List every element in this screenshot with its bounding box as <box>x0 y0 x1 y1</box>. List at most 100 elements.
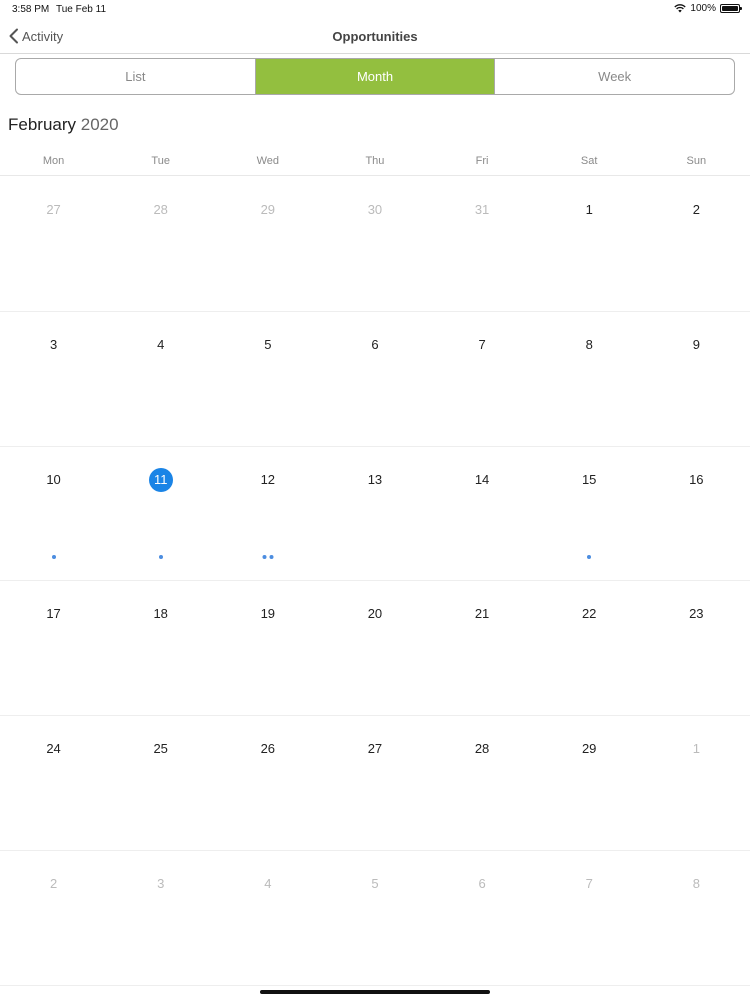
calendar-day[interactable]: 27 <box>321 716 428 850</box>
day-number: 9 <box>692 336 700 352</box>
calendar-day[interactable]: 28 <box>107 177 214 311</box>
status-bar: 3:58 PM Tue Feb 11 100% <box>0 0 750 18</box>
calendar-day[interactable]: 1 <box>643 716 750 850</box>
calendar-day[interactable]: 5 <box>214 312 321 446</box>
calendar-day[interactable]: 19 <box>214 581 321 715</box>
day-number: 3 <box>49 336 58 352</box>
day-number: 2 <box>49 875 58 891</box>
calendar-day[interactable]: 31 <box>429 177 536 311</box>
calendar-day[interactable]: 9 <box>643 312 750 446</box>
segment-month[interactable]: Month <box>254 59 495 94</box>
day-number: 27 <box>46 202 61 217</box>
calendar-day[interactable]: 7 <box>429 312 536 446</box>
month-name: February <box>8 115 77 134</box>
day-number: 8 <box>585 336 593 352</box>
day-number: 14 <box>474 471 490 487</box>
calendar-day[interactable]: 29 <box>214 177 321 311</box>
calendar-day[interactable]: 26 <box>214 716 321 850</box>
calendar-day[interactable]: 7 <box>536 851 643 985</box>
calendar-day[interactable]: 25 <box>107 716 214 850</box>
view-segmented-control: List Month Week <box>15 58 735 95</box>
status-date: Tue Feb 11 <box>56 4 107 15</box>
event-dot <box>587 554 592 559</box>
calendar-day[interactable]: 5 <box>321 851 428 985</box>
calendar-day[interactable]: 4 <box>214 851 321 985</box>
calendar-day[interactable]: 12 <box>214 447 321 581</box>
event-dot <box>158 554 163 559</box>
calendar-week-row: 10 11 12 13 14 15 16 <box>0 447 750 582</box>
day-number: 4 <box>157 336 165 352</box>
day-number: 21 <box>474 606 490 622</box>
battery-icon <box>720 4 742 13</box>
day-number: 24 <box>46 741 61 757</box>
home-indicator <box>260 990 490 994</box>
day-number: 17 <box>46 606 61 622</box>
segment-week[interactable]: Week <box>494 59 734 94</box>
navigation-bar: Activity Opportunities <box>0 20 750 54</box>
day-number: 28 <box>474 741 490 757</box>
weekday-label: Sat <box>580 155 598 167</box>
event-dot <box>269 554 274 559</box>
calendar-day[interactable]: 30 <box>321 177 428 311</box>
day-number: 29 <box>260 202 276 217</box>
calendar-day[interactable]: 18 <box>107 581 214 715</box>
calendar-day[interactable]: 3 <box>0 312 107 446</box>
day-number: 31 <box>474 202 490 217</box>
day-number: 11 <box>148 467 173 492</box>
day-number: 4 <box>264 875 272 891</box>
day-number: 8 <box>692 875 700 891</box>
calendar-day[interactable]: 1 <box>536 177 643 311</box>
weekday-header: Mon Tue Wed Thu Fri Sat Sun <box>0 150 750 176</box>
event-indicator <box>158 554 163 559</box>
weekday-label: Tue <box>151 155 170 167</box>
day-number: 12 <box>260 471 276 487</box>
segment-list[interactable]: List <box>16 59 255 94</box>
calendar-day-today[interactable]: 11 <box>107 447 214 581</box>
day-number: 28 <box>153 202 168 217</box>
day-number: 2 <box>692 202 700 217</box>
calendar-day[interactable]: 10 <box>0 447 107 581</box>
calendar-day[interactable]: 2 <box>0 851 107 985</box>
event-indicator <box>262 554 274 559</box>
day-number: 15 <box>581 471 597 487</box>
day-number: 20 <box>367 606 383 622</box>
calendar-grid: 27 28 29 30 31 1 2 3 4 5 6 7 8 9 10 11 12 13 14 15 16 17 18 19 2… <box>0 177 750 986</box>
calendar-week-row: 27 28 29 30 31 1 2 <box>0 177 750 312</box>
calendar-day[interactable]: 28 <box>429 716 536 850</box>
calendar-day[interactable]: 2 <box>643 177 750 311</box>
day-number: 23 <box>689 606 704 622</box>
calendar-day[interactable]: 8 <box>643 851 750 985</box>
calendar-week-row: 3 4 5 6 7 8 9 <box>0 312 750 447</box>
calendar-day[interactable]: 3 <box>107 851 214 985</box>
calendar-day[interactable]: 6 <box>321 312 428 446</box>
year-label: 2020 <box>80 115 119 134</box>
calendar-day[interactable]: 15 <box>536 447 643 581</box>
calendar-day[interactable]: 17 <box>0 581 107 715</box>
calendar-day[interactable]: 24 <box>0 716 107 850</box>
calendar-day[interactable]: 27 <box>0 177 107 311</box>
day-number: 18 <box>153 606 168 622</box>
calendar-day[interactable]: 16 <box>643 447 750 581</box>
calendar-day[interactable]: 29 <box>536 716 643 850</box>
calendar-day[interactable]: 21 <box>429 581 536 715</box>
status-right: 100% <box>674 3 742 14</box>
calendar-day[interactable]: 8 <box>536 312 643 446</box>
calendar-day[interactable]: 23 <box>643 581 750 715</box>
day-number: 6 <box>371 336 379 352</box>
calendar-day[interactable]: 22 <box>536 581 643 715</box>
status-time: 3:58 PM <box>12 4 50 15</box>
calendar-day[interactable]: 6 <box>429 851 536 985</box>
event-indicator <box>51 554 56 559</box>
calendar-day[interactable]: 4 <box>107 312 214 446</box>
day-number: 6 <box>478 875 486 891</box>
day-number: 7 <box>585 875 593 891</box>
event-dot <box>51 554 56 559</box>
event-dot <box>262 554 267 559</box>
calendar-day[interactable]: 13 <box>321 447 428 581</box>
day-number: 10 <box>46 471 61 487</box>
day-number: 5 <box>264 336 272 352</box>
weekday-label: Wed <box>256 155 280 167</box>
calendar-day[interactable]: 20 <box>321 581 428 715</box>
day-number: 13 <box>367 471 383 487</box>
calendar-day[interactable]: 14 <box>429 447 536 581</box>
